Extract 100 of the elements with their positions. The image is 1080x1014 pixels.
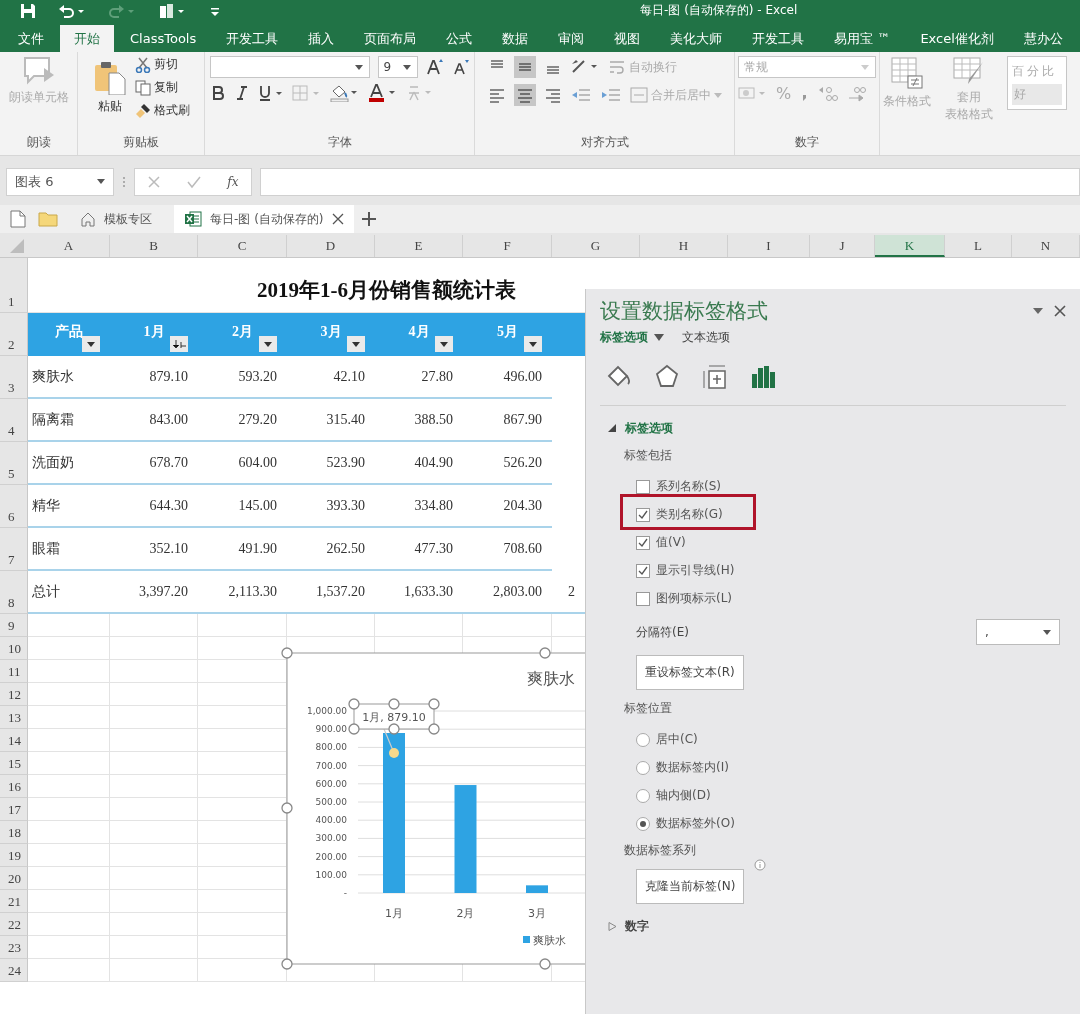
font-name-field[interactable] — [209, 56, 370, 78]
enter-icon[interactable] — [186, 174, 203, 189]
checkbox[interactable]: 图例项标示(L) — [636, 590, 1066, 607]
new-file-icon[interactable] — [10, 210, 26, 228]
data-point-handle[interactable] — [389, 748, 399, 758]
reset-label-button[interactable]: 重设标签文本(R) — [636, 655, 744, 690]
font-color-icon[interactable] — [367, 84, 398, 102]
underline-icon[interactable] — [257, 85, 284, 101]
file-tab[interactable]: 每日-图 (自动保存的) — [174, 205, 354, 233]
checkbox[interactable]: 类别名称(G) — [636, 506, 1066, 523]
redo-icon[interactable] — [108, 3, 136, 19]
column-header[interactable]: N — [1012, 235, 1080, 257]
chart-title[interactable]: 爽肤水 — [527, 669, 575, 688]
row-header[interactable]: 12 — [0, 683, 28, 706]
paste-button[interactable]: 粘贴 — [92, 60, 127, 115]
row-header[interactable]: 21 — [0, 890, 28, 913]
filter-dropdown-icon[interactable] — [82, 336, 100, 352]
ribbon-tab[interactable]: 慧办公 — [1009, 25, 1077, 52]
legend-label[interactable]: 爽肤水 — [533, 934, 566, 947]
row-header[interactable]: 24 — [0, 959, 28, 982]
close-icon[interactable] — [1054, 305, 1066, 317]
ribbon-tab[interactable]: 开发工具 — [738, 25, 819, 52]
align-right-icon[interactable] — [543, 86, 562, 104]
cut-button[interactable]: 剪切 — [134, 56, 190, 73]
row-header[interactable]: 2 — [0, 313, 28, 356]
ribbon-tab[interactable]: ClassTools — [116, 25, 211, 52]
row-header[interactable]: 20 — [0, 867, 28, 890]
filter-dropdown-icon[interactable] — [347, 336, 365, 352]
row-header[interactable]: 3 — [0, 356, 28, 399]
resize-handle[interactable] — [539, 958, 551, 970]
resize-handle[interactable] — [539, 647, 551, 659]
resize-handle[interactable] — [281, 958, 293, 970]
column-header[interactable]: I — [728, 235, 810, 257]
row-header[interactable]: 19 — [0, 844, 28, 867]
ribbon-tab[interactable]: 开始 — [60, 25, 114, 52]
save-icon[interactable] — [20, 3, 36, 19]
resize-handle[interactable] — [348, 698, 360, 710]
shrink-font-icon[interactable] — [451, 58, 470, 76]
add-tab-icon[interactable] — [361, 212, 376, 226]
ribbon-tab[interactable]: 美化大师 — [656, 25, 737, 52]
close-icon[interactable] — [331, 213, 344, 225]
align-middle-icon[interactable] — [513, 56, 536, 78]
resize-handle[interactable] — [348, 723, 360, 735]
resize-handle[interactable] — [428, 723, 440, 735]
pane-tab[interactable]: 文本选项 — [682, 329, 730, 346]
insert-function-button[interactable]: fx — [227, 174, 239, 189]
column-header[interactable]: D — [287, 235, 375, 257]
row-header[interactable]: 1 — [0, 258, 28, 313]
resize-handle[interactable] — [281, 647, 293, 659]
resize-handle[interactable] — [388, 698, 400, 710]
ribbon-tab[interactable]: 公式 — [432, 25, 487, 52]
filter-dropdown-icon[interactable] — [435, 336, 453, 352]
ribbon-tab[interactable]: Excel催化剂 — [906, 25, 1008, 52]
row-header[interactable]: 16 — [0, 775, 28, 798]
resize-handle[interactable] — [428, 698, 440, 710]
row-header[interactable]: 13 — [0, 706, 28, 729]
row-header[interactable]: 18 — [0, 821, 28, 844]
align-center-icon[interactable] — [513, 84, 536, 106]
resize-handle[interactable] — [388, 723, 400, 735]
name-box[interactable]: 图表 6 — [6, 167, 114, 196]
formula-input[interactable] — [260, 167, 1080, 196]
sort-filter-icon[interactable] — [170, 336, 188, 352]
resize-handle[interactable] — [281, 802, 293, 814]
format-painter-button[interactable]: 格式刷 — [134, 102, 190, 119]
row-header[interactable]: 4 — [0, 399, 28, 442]
fill-color-icon[interactable] — [329, 84, 360, 102]
row-header[interactable]: 8 — [0, 571, 28, 614]
ribbon-tab[interactable]: 页面布局 — [350, 25, 431, 52]
section-header[interactable]: 标签选项 — [600, 420, 673, 437]
column-header[interactable]: L — [945, 235, 1012, 257]
pane-options-icon[interactable] — [1032, 307, 1044, 315]
increase-decimal-icon[interactable] — [817, 84, 840, 103]
radio-button[interactable]: 数据标签内(I) — [636, 759, 1066, 776]
column-header[interactable]: B — [110, 235, 198, 257]
column-header[interactable]: H — [640, 235, 728, 257]
row-header[interactable]: 9 — [0, 614, 28, 637]
pentagon-icon[interactable] — [654, 364, 680, 390]
row-header[interactable]: 15 — [0, 752, 28, 775]
column-header[interactable]: C — [198, 235, 287, 257]
row-header[interactable]: 10 — [0, 637, 28, 660]
size-properties-icon[interactable] — [702, 364, 728, 390]
column-header[interactable]: E — [375, 235, 463, 257]
increase-indent-icon[interactable] — [599, 86, 622, 104]
row-header[interactable]: 5 — [0, 442, 28, 485]
column-header[interactable]: G — [552, 235, 640, 257]
section-header[interactable]: 数字 — [600, 918, 649, 935]
row-header[interactable]: 14 — [0, 729, 28, 752]
radio-button[interactable]: 轴内侧(D) — [636, 787, 1066, 804]
grow-font-icon[interactable] — [425, 58, 444, 76]
column-header[interactable]: K — [875, 235, 945, 257]
ribbon-tab[interactable]: 开发工具 — [212, 25, 293, 52]
align-left-icon[interactable] — [487, 86, 506, 104]
row-header[interactable]: 7 — [0, 528, 28, 571]
ribbon-tab[interactable]: 审阅 — [544, 25, 599, 52]
clone-label-button[interactable]: 克隆当前标签(N) — [636, 869, 745, 904]
separator-dropdown[interactable]: , — [976, 619, 1060, 645]
copy-button[interactable]: 复制 — [134, 79, 190, 96]
font-size-field[interactable]: 9 — [377, 56, 418, 78]
filter-dropdown-icon[interactable] — [259, 336, 277, 352]
column-header[interactable]: A — [28, 235, 110, 257]
